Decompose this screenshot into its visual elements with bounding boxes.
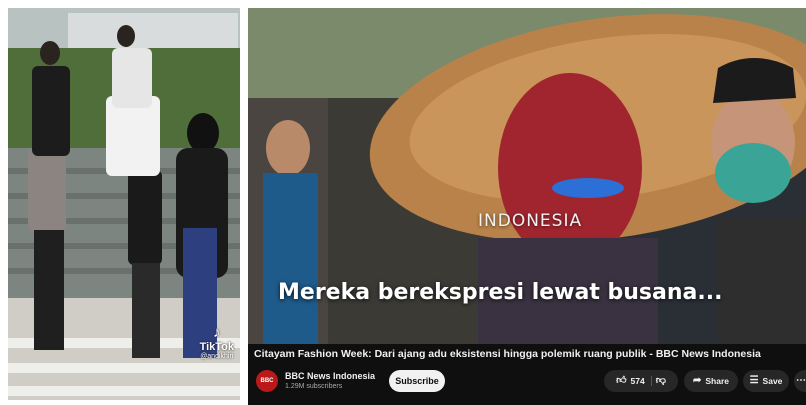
- like-count: 574: [630, 376, 645, 386]
- youtube-video-page: INDONESIA Mereka berekspresi lewat busan…: [248, 8, 806, 405]
- channel-row: BBC BBC News Indonesia 1.29M subscribers…: [248, 368, 806, 398]
- tiktok-photo: ♪ TikTok @andikhiri: [8, 8, 240, 400]
- channel-name[interactable]: BBC News Indonesia: [285, 371, 375, 381]
- share-arrow-icon: ➦: [692, 375, 702, 386]
- share-label: Share: [705, 376, 729, 386]
- save-playlist-icon: ☰: [749, 375, 759, 386]
- thumbs-down-icon[interactable]: 👎︎: [656, 376, 666, 386]
- like-button[interactable]: 👍︎ 574: [616, 376, 652, 386]
- bbc-indonesia-watermark: INDONESIA: [478, 211, 583, 231]
- share-button[interactable]: ➦ Share: [684, 370, 738, 392]
- tiktok-handle: @andikhiri: [200, 353, 234, 360]
- video-subtitle: Mereka berekspresi lewat busana...: [278, 280, 723, 305]
- thumbs-up-icon: 👍︎: [616, 375, 627, 386]
- tiktok-logo-icon: ♪: [213, 324, 221, 341]
- channel-avatar[interactable]: BBC: [256, 370, 278, 392]
- video-player[interactable]: INDONESIA Mereka berekspresi lewat busan…: [248, 8, 806, 344]
- subscriber-count: 1.29M subscribers: [285, 383, 343, 390]
- save-button[interactable]: ☰ Save: [743, 370, 789, 392]
- save-label: Save: [762, 376, 783, 386]
- more-button[interactable]: ⋯: [794, 370, 806, 392]
- subscribe-button[interactable]: Subscribe: [389, 370, 445, 392]
- tiktok-watermark: ♪ TikTok @andikhiri: [200, 324, 234, 360]
- tiktok-brand: TikTok: [199, 341, 234, 353]
- like-dislike-group: 👍︎ 574 👎︎: [604, 370, 678, 392]
- more-icon: ⋯: [796, 375, 806, 386]
- video-title: Citayam Fashion Week: Dari ajang adu eks…: [254, 348, 761, 360]
